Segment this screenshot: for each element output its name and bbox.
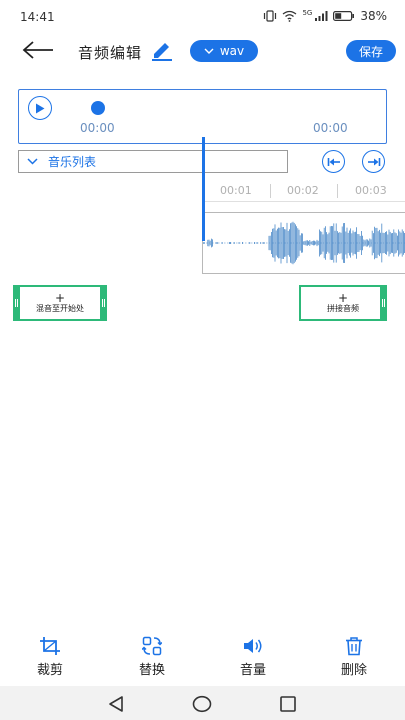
- join-audio-label: 拼接音频: [327, 304, 359, 314]
- replace-button[interactable]: 替换: [122, 636, 182, 678]
- jump-to-start-button[interactable]: [322, 150, 345, 173]
- plus-icon: +: [337, 291, 349, 306]
- circle-home-icon: [192, 695, 212, 713]
- replace-label: 替换: [138, 663, 165, 678]
- crop-label: 裁剪: [36, 663, 63, 678]
- timeline-tick: 00:03: [355, 184, 387, 197]
- network-label: 5G: [302, 9, 313, 17]
- status-icons: 5G 38%: [263, 9, 387, 23]
- crop-button[interactable]: 裁剪: [20, 636, 80, 678]
- music-list-dropdown[interactable]: 音乐列表: [18, 150, 288, 173]
- music-list-label: 音乐列表: [48, 155, 97, 169]
- clip-handle-right[interactable]: [380, 285, 387, 321]
- arrow-left-icon: [22, 41, 53, 59]
- mix-to-start-button[interactable]: + 混音至开始处: [13, 285, 107, 321]
- playhead[interactable]: [202, 137, 205, 241]
- chevron-down-icon: [27, 158, 38, 165]
- ruler-baseline: [203, 201, 405, 202]
- edit-title-button[interactable]: [150, 38, 174, 62]
- audio-player: 00:00 00:00: [18, 89, 387, 144]
- timeline-tick: 00:01: [220, 184, 252, 197]
- trash-icon: [346, 637, 362, 656]
- current-time: 00:00: [80, 121, 115, 135]
- speaker-icon: [244, 639, 262, 653]
- status-bar: 14:41 5G 38%: [0, 0, 405, 34]
- timeline-tick-separator: [337, 184, 338, 198]
- mix-to-start-label: 混音至开始处: [36, 304, 84, 314]
- waveform: [203, 221, 405, 265]
- total-time: 00:00: [313, 121, 348, 135]
- delete-button[interactable]: 删除: [324, 636, 384, 678]
- format-selector[interactable]: wav: [190, 40, 258, 62]
- timeline-tick-separator: [270, 184, 271, 198]
- top-bar: 音频编辑 wav 保存: [0, 34, 405, 68]
- jump-to-end-button[interactable]: [362, 150, 385, 173]
- clip-handle-right[interactable]: [100, 285, 107, 321]
- join-audio-button[interactable]: + 拼接音频: [299, 285, 387, 321]
- volume-label: 音量: [239, 663, 266, 678]
- progress-thumb[interactable]: [91, 101, 105, 115]
- skip-to-start-icon: [327, 157, 340, 166]
- back-button[interactable]: [22, 36, 54, 64]
- delete-label: 删除: [340, 663, 367, 678]
- waveform-track[interactable]: [202, 212, 405, 274]
- wifi-icon: [283, 10, 297, 22]
- play-icon: [36, 103, 45, 113]
- battery-icon: [333, 11, 355, 22]
- swap-icon: [142, 636, 162, 656]
- nav-home-button[interactable]: [192, 694, 212, 714]
- skip-to-end-icon: [367, 157, 380, 166]
- timeline-ruler: 00:01 00:02 00:03: [203, 182, 405, 202]
- crop-icon: [40, 637, 60, 655]
- square-recents-icon: [280, 696, 296, 712]
- timeline-tick: 00:02: [287, 184, 319, 197]
- chevron-down-icon: [204, 48, 214, 54]
- format-label: wav: [219, 44, 245, 58]
- battery-level: 38%: [360, 9, 387, 23]
- bottom-toolbar: 裁剪 替换 音量 删除: [0, 636, 405, 686]
- signal-icon: [315, 11, 328, 21]
- volume-button[interactable]: 音量: [223, 636, 283, 678]
- play-button[interactable]: [28, 96, 52, 120]
- triangle-back-icon: [109, 696, 123, 712]
- clip-handle-left[interactable]: [13, 285, 20, 321]
- save-button[interactable]: 保存: [346, 40, 396, 62]
- pencil-icon: [152, 43, 172, 61]
- status-time: 14:41: [20, 10, 55, 24]
- nav-back-button[interactable]: [106, 694, 126, 714]
- nav-recents-button[interactable]: [278, 694, 298, 714]
- page-title: 音频编辑: [78, 44, 143, 62]
- plus-icon: +: [54, 291, 66, 306]
- vibrate-icon: [264, 10, 277, 22]
- system-nav-bar: [0, 686, 405, 720]
